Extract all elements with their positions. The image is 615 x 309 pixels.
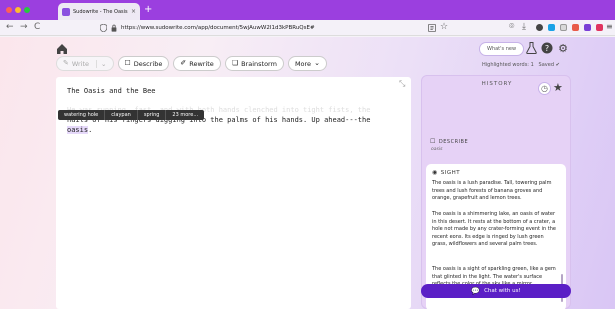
svg-text:?: ? bbox=[545, 44, 549, 53]
pocket-icon[interactable]: ⌾ bbox=[509, 22, 514, 32]
app-area: ✎ Write ⌄ ☐ Describe ✐ Rewrite ❏ Brainst… bbox=[0, 37, 615, 309]
flask-icon[interactable] bbox=[524, 41, 538, 55]
chat-button[interactable]: 💬 Chat with us! bbox=[421, 284, 571, 298]
sudowrite-favicon-icon bbox=[62, 7, 70, 16]
whats-new-label: What's new bbox=[487, 46, 517, 52]
description-paragraph[interactable]: The oasis is a lush paradise. Tall, towe… bbox=[432, 180, 558, 203]
sight-label: ◉ SIGHT bbox=[432, 169, 461, 176]
lock-icon bbox=[111, 24, 117, 32]
browser-navbar: ← → C https://www.sudowrite.com/app/docu… bbox=[0, 20, 615, 36]
highlighted-word[interactable]: oasis bbox=[67, 126, 89, 134]
more-button[interactable]: More ⌄ bbox=[287, 56, 327, 71]
chevron-down-icon[interactable]: ⌄ bbox=[96, 59, 107, 68]
extension-icon[interactable] bbox=[548, 24, 555, 31]
describe-button[interactable]: ☐ Describe bbox=[117, 56, 170, 71]
speech-bubble-icon: ☐ bbox=[430, 138, 436, 145]
star-icon[interactable]: ★ bbox=[553, 81, 563, 94]
describe-subject: oasis bbox=[431, 147, 443, 152]
extension-icon[interactable] bbox=[572, 24, 579, 31]
new-tab-button[interactable]: + bbox=[144, 5, 152, 15]
minimize-window-button[interactable] bbox=[15, 7, 21, 13]
extension-icon[interactable] bbox=[596, 24, 603, 31]
chat-bubbles-icon: ❏ bbox=[231, 59, 239, 67]
whats-new-button[interactable]: What's new bbox=[479, 42, 525, 56]
home-icon[interactable] bbox=[56, 43, 68, 55]
highlight-status: Highlighted words: 1 Saved ✔ bbox=[482, 62, 560, 68]
clock-icon[interactable]: ◷ bbox=[538, 82, 551, 95]
eye-icon: ◉ bbox=[432, 169, 438, 176]
suggestion-chip[interactable]: watering hole bbox=[58, 110, 106, 120]
extension-icon[interactable] bbox=[584, 24, 591, 31]
suggestion-chip[interactable]: claypan bbox=[105, 110, 138, 120]
write-label: Write bbox=[71, 59, 90, 68]
browser-tab[interactable]: Sudowrite - The Oasis and the × bbox=[58, 3, 140, 20]
back-arrow-icon[interactable]: ← bbox=[6, 22, 14, 33]
pen-icon: ✎ bbox=[63, 59, 69, 67]
brainstorm-button[interactable]: ❏ Brainstorm bbox=[224, 56, 284, 71]
gear-icon[interactable]: ⚙ bbox=[556, 41, 570, 55]
rewrite-label: Rewrite bbox=[189, 59, 214, 68]
tab-title: Sudowrite - The Oasis and the bbox=[73, 8, 128, 15]
history-panel: HISTORY ◷ ★ ☐ DESCRIBE oasis ◉ SIGHT The… bbox=[421, 75, 571, 309]
extension-icon[interactable] bbox=[560, 24, 567, 31]
url-text: https://www.sudowrite.com/app/document/5… bbox=[121, 25, 315, 31]
saved-status: Saved ✔ bbox=[538, 62, 560, 68]
reload-icon[interactable]: C bbox=[34, 22, 40, 33]
rewrite-pencil-icon: ✐ bbox=[180, 59, 187, 67]
suggestion-chip[interactable]: spring bbox=[137, 110, 167, 120]
chevron-down-icon: ⌄ bbox=[314, 59, 320, 67]
browser-titlebar: Sudowrite - The Oasis and the × + bbox=[0, 0, 615, 20]
forward-arrow-icon[interactable]: → bbox=[20, 22, 28, 33]
shield-icon bbox=[100, 24, 107, 32]
reader-mode-icon[interactable] bbox=[428, 24, 436, 32]
expand-icon[interactable]: ⤡ bbox=[399, 79, 405, 89]
describe-section-label: ☐ DESCRIBE bbox=[430, 138, 469, 145]
ai-toolbar: ✎ Write ⌄ ☐ Describe ✐ Rewrite ❏ Brainst… bbox=[56, 56, 327, 71]
bookmark-star-icon[interactable]: ☆ bbox=[440, 22, 448, 32]
rewrite-button[interactable]: ✐ Rewrite bbox=[173, 56, 221, 71]
document-title[interactable]: The Oasis and the Bee bbox=[67, 87, 156, 95]
download-icon[interactable]: ⤓ bbox=[522, 22, 526, 32]
extension-icon[interactable] bbox=[536, 24, 543, 31]
write-button[interactable]: ✎ Write ⌄ bbox=[56, 56, 114, 71]
more-label: More bbox=[294, 59, 312, 68]
description-paragraph[interactable]: The oasis is a shimmering lake, an oasis… bbox=[432, 211, 558, 249]
menu-icon[interactable]: ≡ bbox=[606, 22, 613, 31]
speech-bubble-icon: ☐ bbox=[124, 59, 131, 67]
help-icon[interactable]: ? bbox=[540, 41, 554, 55]
document-text-line[interactable]: oasis. bbox=[67, 126, 92, 134]
url-bar[interactable]: https://www.sudowrite.com/app/document/5… bbox=[100, 22, 420, 34]
synonym-suggestions: watering hole claypan spring 23 more... bbox=[58, 110, 205, 120]
chat-label: Chat with us! bbox=[484, 288, 521, 294]
brainstorm-label: Brainstorm bbox=[241, 59, 277, 68]
tab-close-icon[interactable]: × bbox=[131, 8, 136, 15]
close-window-button[interactable] bbox=[6, 7, 12, 13]
chat-bubble-icon: 💬 bbox=[471, 287, 481, 295]
more-suggestions-chip[interactable]: 23 more... bbox=[166, 110, 205, 120]
highlighted-words-count: Highlighted words: 1 bbox=[482, 62, 534, 68]
maximize-window-button[interactable] bbox=[24, 7, 30, 13]
describe-label: Describe bbox=[133, 59, 163, 68]
